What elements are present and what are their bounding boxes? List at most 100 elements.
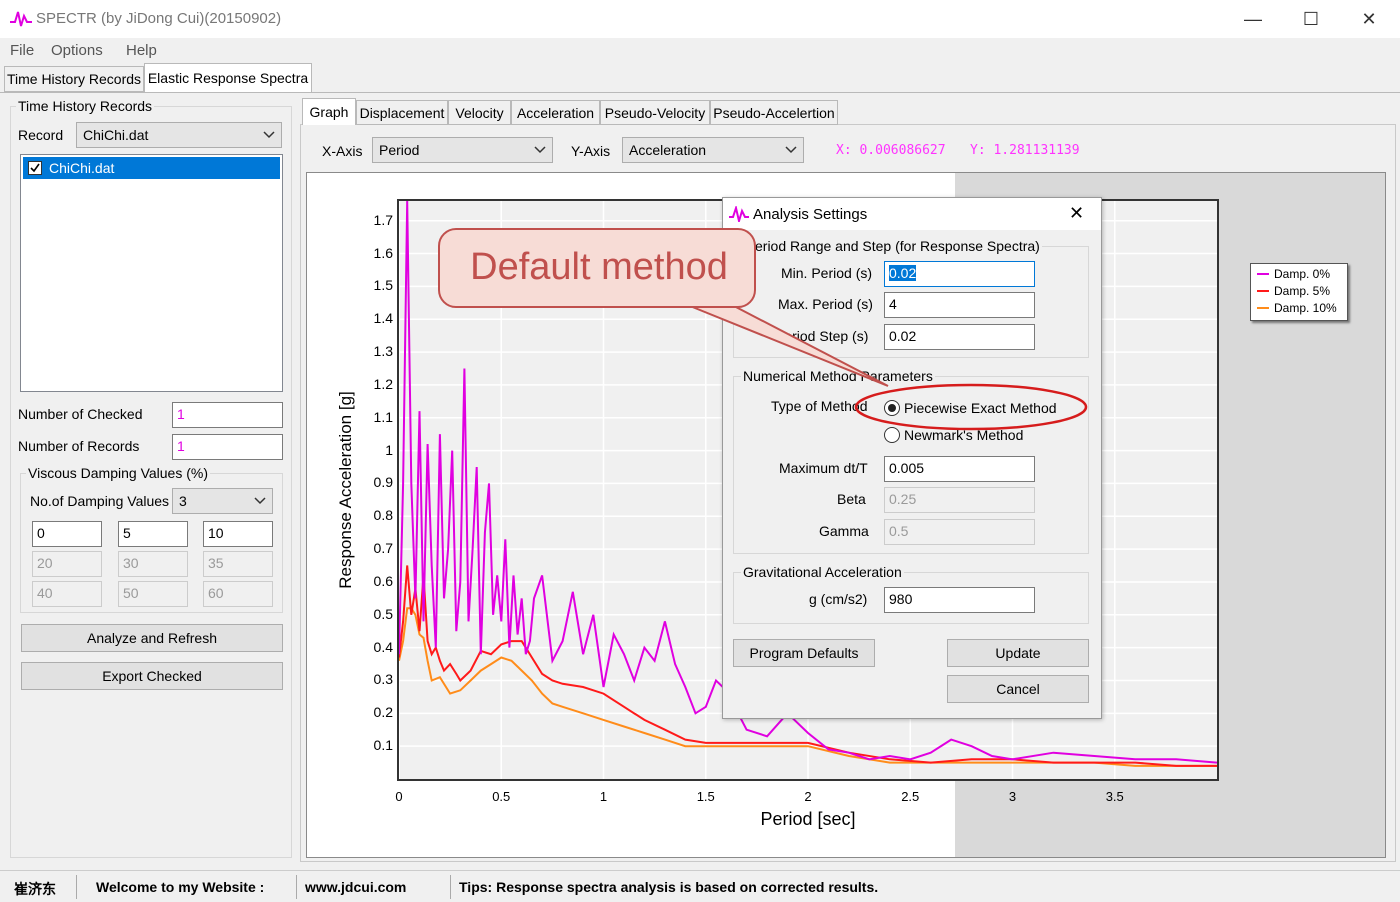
gamma-field: 0.5 [884, 519, 1035, 545]
record-select-value: ChiChi.dat [83, 127, 149, 143]
y-tick-label: 0.2 [373, 704, 393, 721]
analysis-settings-dialog: Analysis Settings ✕ eriod Range and Step… [722, 197, 1102, 719]
minimize-button[interactable]: — [1224, 0, 1282, 38]
update-button[interactable]: Update [947, 639, 1089, 667]
title-bar: SPECTR (by JiDong Cui)(20150902) — ☐ ✕ [0, 0, 1400, 38]
y-tick-label: 0.7 [373, 540, 393, 557]
record-label: Record [18, 127, 64, 143]
tab-displacement[interactable]: Displacement [356, 100, 448, 125]
y-tick-label: 1.7 [373, 211, 393, 228]
legend-swatch [1257, 307, 1269, 309]
max-dt-field[interactable]: 0.005 [884, 456, 1035, 482]
piecewise-radio[interactable] [884, 400, 900, 416]
chevron-down-icon [534, 146, 546, 154]
tab-divider [0, 92, 1400, 93]
x-tick-label: 3.5 [1105, 789, 1124, 804]
y-tick-label: 0.6 [373, 572, 393, 589]
analyze-refresh-button[interactable]: Analyze and Refresh [21, 624, 283, 652]
max-period-field[interactable]: 4 [884, 292, 1035, 318]
tab-graph[interactable]: Graph [302, 98, 356, 125]
damping-value-field[interactable]: 5 [118, 521, 188, 547]
status-website-link[interactable]: www.jdcui.com [305, 879, 406, 895]
status-author: 崔济东 [14, 881, 56, 897]
status-separator [450, 875, 451, 899]
time-history-group-title: Time History Records [16, 98, 155, 114]
chevron-down-icon [263, 131, 275, 139]
newmark-radio[interactable] [884, 427, 900, 443]
min-period-field[interactable]: 0.02 [884, 261, 1035, 287]
y-axis-select[interactable]: Acceleration [622, 137, 804, 163]
y-tick-label: 1.3 [373, 343, 393, 360]
app-logo-icon [729, 206, 749, 222]
damping-value-field[interactable]: 10 [203, 521, 273, 547]
num-records-field[interactable]: 1 [172, 434, 283, 460]
close-button[interactable]: ✕ [1340, 0, 1398, 38]
x-tick-label: 1.5 [696, 789, 715, 804]
y-tick-label: 1.6 [373, 244, 393, 261]
menu-help[interactable]: Help [126, 42, 157, 59]
x-tick-label: 3 [1008, 789, 1017, 804]
menu-options[interactable]: Options [51, 42, 103, 59]
x-tick-label: 0.5 [492, 789, 511, 804]
callout-box: Default method [438, 228, 756, 308]
damping-value-field: 35 [203, 551, 273, 577]
checkbox-checked-icon[interactable] [28, 161, 42, 175]
period-step-field[interactable]: 0.02 [884, 324, 1035, 350]
status-separator [296, 875, 297, 899]
record-select[interactable]: ChiChi.dat [76, 122, 282, 148]
tab-velocity[interactable]: Velocity [448, 100, 511, 125]
program-defaults-button[interactable]: Program Defaults [733, 639, 875, 667]
newmark-label[interactable]: Newmark's Method [904, 427, 1023, 443]
legend-item: Damp. 5% [1257, 284, 1330, 298]
records-list[interactable]: ChiChi.dat [20, 154, 283, 392]
y-tick-label: 0.1 [373, 737, 393, 754]
y-tick-label: 0.3 [373, 671, 393, 688]
tab-time-history-records[interactable]: Time History Records [4, 66, 144, 92]
cancel-button[interactable]: Cancel [947, 675, 1089, 703]
x-axis-select[interactable]: Period [372, 137, 553, 163]
chevron-down-icon [785, 146, 797, 154]
dialog-title-bar: Analysis Settings ✕ [723, 198, 1101, 230]
g-field[interactable]: 980 [884, 587, 1035, 613]
no-damping-label: No.of Damping Values [30, 493, 170, 509]
chevron-down-icon [254, 497, 266, 505]
period-group-title: eriod Range and Step (for Response Spect… [753, 238, 1042, 254]
legend-label: Damp. 5% [1274, 284, 1331, 298]
legend-item: Damp. 0% [1257, 267, 1330, 281]
y-tick-label: 1.1 [373, 408, 393, 425]
legend-label: Damp. 0% [1274, 267, 1331, 281]
export-checked-button[interactable]: Export Checked [21, 662, 283, 690]
tab-pseudo-accelertion[interactable]: Pseudo-Accelertion [710, 100, 838, 125]
y-tick-label: 1.2 [373, 375, 393, 392]
tab-acceleration[interactable]: Acceleration [511, 100, 600, 125]
menu-file[interactable]: File [10, 42, 34, 59]
tab-pseudo-velocity[interactable]: Pseudo-Velocity [600, 100, 710, 125]
y-axis-label: Y-Axis [571, 143, 611, 159]
maximize-button[interactable]: ☐ [1282, 0, 1340, 38]
legend-label: Damp. 10% [1274, 301, 1337, 315]
piecewise-label[interactable]: Piecewise Exact Method [904, 400, 1057, 416]
legend-swatch [1257, 273, 1269, 275]
no-damping-select[interactable]: 3 [172, 488, 273, 514]
damping-value-field: 40 [32, 581, 102, 607]
min-period-label: Min. Period (s) [781, 265, 873, 281]
num-checked-field[interactable]: 1 [172, 402, 283, 428]
no-damping-value: 3 [179, 493, 187, 509]
y-tick-label: 1 [385, 441, 393, 458]
y-readout: Y: 1.281131139 [970, 143, 1080, 158]
x-axis-value: Period [379, 142, 420, 158]
x-tick-label: 2 [804, 789, 812, 804]
list-item[interactable]: ChiChi.dat [23, 157, 280, 179]
beta-label: Beta [837, 491, 866, 507]
damping-value-field[interactable]: 0 [32, 521, 102, 547]
x-axis-title: Period [sec] [760, 809, 856, 829]
dialog-close-button[interactable]: ✕ [1069, 203, 1084, 224]
damping-value-field: 60 [203, 581, 273, 607]
beta-field: 0.25 [884, 487, 1035, 513]
legend-swatch [1257, 290, 1269, 292]
status-bar: 崔济东 Welcome to my Website : www.jdcui.co… [0, 870, 1400, 902]
tab-elastic-response-spectra[interactable]: Elastic Response Spectra [144, 63, 312, 92]
menu-bar: File Options Help [0, 38, 1400, 64]
max-period-label: Max. Period (s) [778, 296, 873, 312]
chart-legend: Damp. 0% Damp. 5% Damp. 10% [1250, 263, 1348, 321]
